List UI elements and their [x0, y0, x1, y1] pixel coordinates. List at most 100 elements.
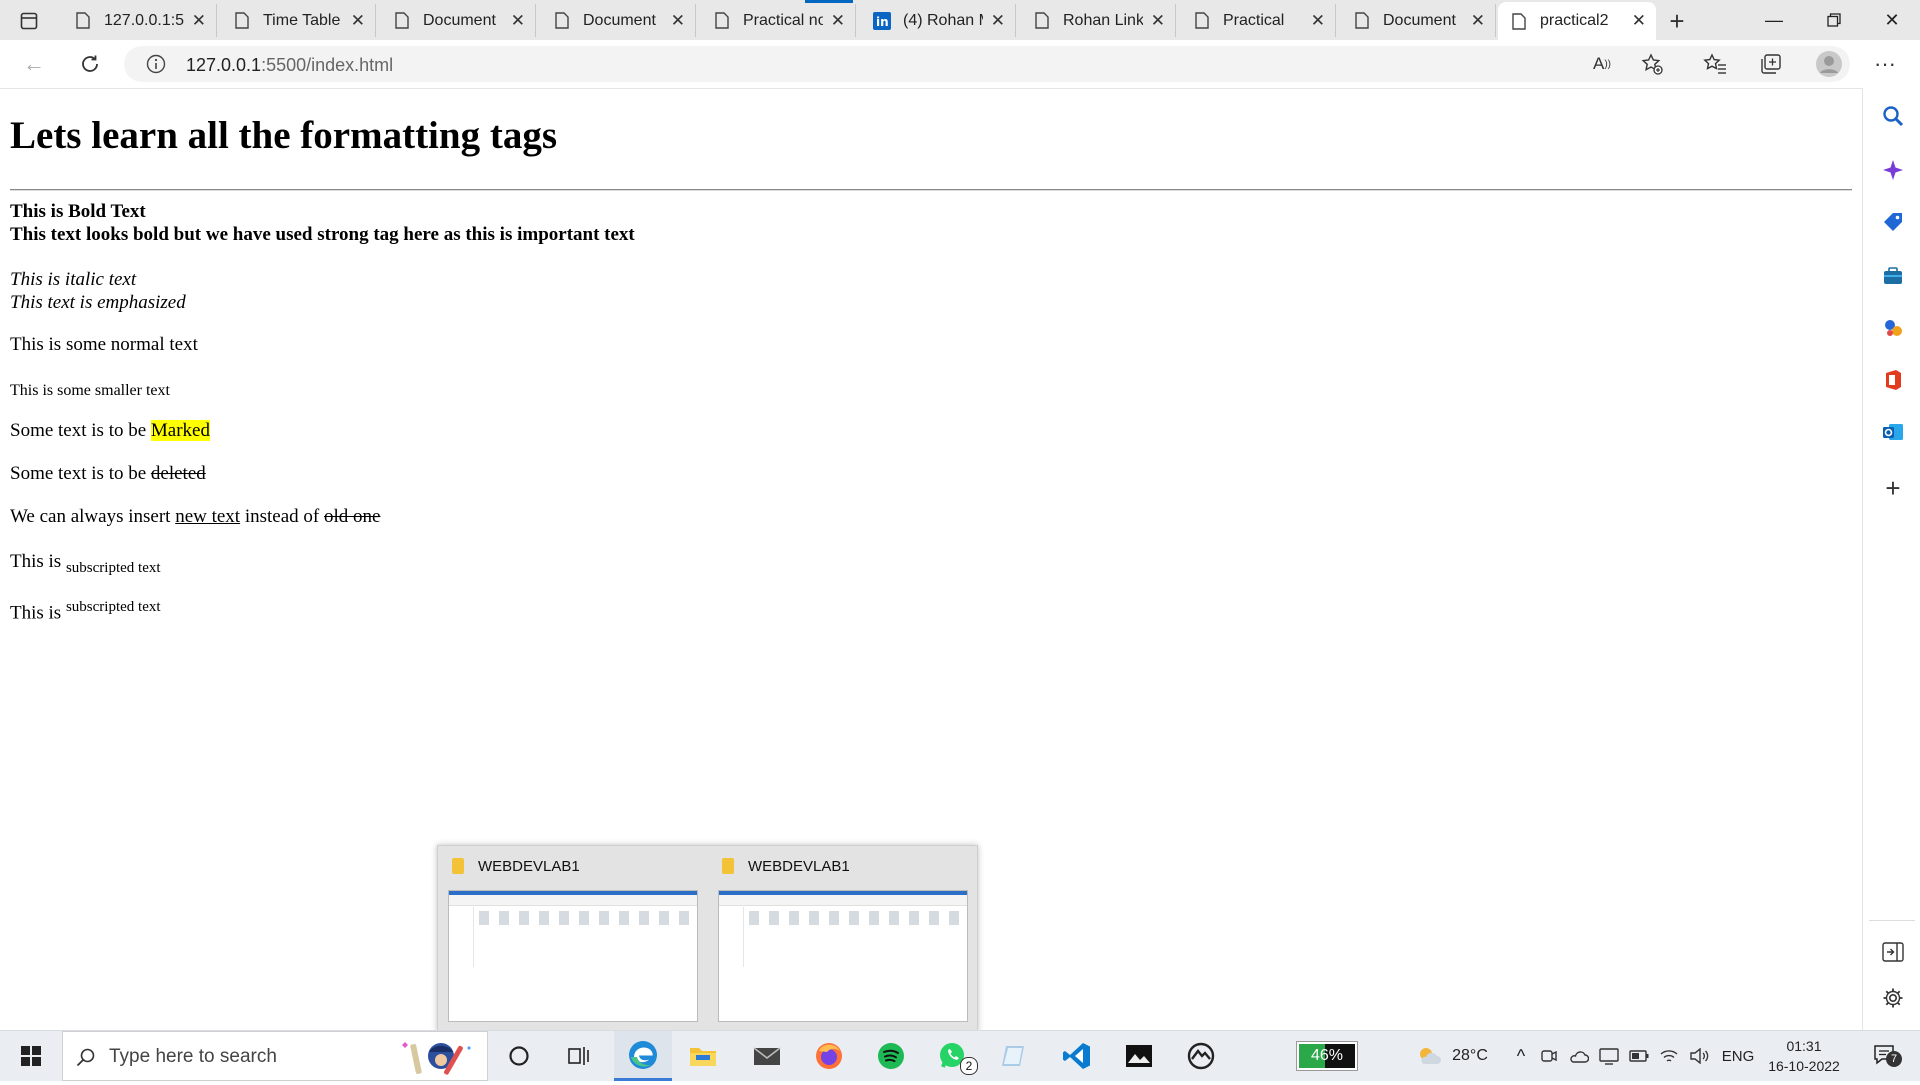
tab-1[interactable]: 127.0.0.1:5500/index.html ✕ — [62, 4, 217, 37]
window-thumbnail-2[interactable]: WEBDEVLAB1 — [708, 846, 976, 1031]
wifi-icon[interactable] — [1656, 1031, 1682, 1081]
battery-indicator[interactable]: 46% — [1296, 1031, 1358, 1081]
window-close-icon[interactable]: ✕ — [1864, 0, 1920, 40]
minimize-icon[interactable]: — — [1746, 0, 1802, 40]
collections-icon[interactable] — [1758, 51, 1784, 77]
close-icon[interactable]: ✕ — [192, 11, 206, 31]
url-text[interactable]: 127.0.0.1:5500/index.html — [186, 55, 393, 76]
add-sidebar-app-icon[interactable]: + — [1881, 473, 1905, 503]
taskbar-notes-app-icon[interactable] — [986, 1031, 1044, 1081]
clock[interactable]: 01:31 16-10-2022 — [1764, 1031, 1844, 1081]
edge-sidebar: + — [1862, 88, 1920, 1030]
add-favorite-icon[interactable] — [1640, 52, 1664, 76]
weather-widget[interactable]: 28°C — [1412, 1031, 1492, 1081]
taskbar-photos-icon[interactable] — [1110, 1031, 1168, 1081]
tab-6[interactable]: in (4) Rohan Mane | LinkedIn ✕ — [861, 4, 1016, 37]
chevron-up-icon[interactable]: ^ — [1510, 1031, 1532, 1081]
close-icon[interactable]: ✕ — [1471, 11, 1485, 31]
deleted-prefix: Some text is to be — [10, 463, 151, 484]
close-icon[interactable]: ✕ — [351, 11, 365, 31]
profile-avatar-icon[interactable] — [1814, 49, 1844, 79]
onedrive-cloud-icon[interactable] — [1566, 1031, 1592, 1081]
tab-title: Practical notes — [743, 11, 823, 29]
games-icon[interactable] — [1881, 316, 1905, 340]
search-placeholder: Type here to search — [109, 1046, 277, 1067]
temperature: 28°C — [1452, 1047, 1488, 1064]
volume-icon[interactable] — [1686, 1031, 1712, 1081]
cortana-icon[interactable] — [490, 1031, 548, 1081]
tab-7[interactable]: Rohan LinkedIn ✕ — [1021, 4, 1176, 37]
close-icon[interactable]: ✕ — [511, 11, 525, 31]
battery-status-icon[interactable] — [1626, 1031, 1652, 1081]
preview-file-icons — [479, 911, 689, 925]
new-tab-icon[interactable]: + — [1662, 6, 1692, 36]
taskbar: Type here to search 2 46% 28°C ^ ENG 01:… — [0, 1030, 1920, 1081]
gear-icon[interactable] — [1881, 986, 1905, 1010]
tab-actions-icon[interactable] — [18, 10, 40, 32]
folder-icon — [452, 858, 464, 874]
url-path: :5500/index.html — [261, 55, 394, 75]
notification-count-badge: 7 — [1886, 1051, 1902, 1067]
page-icon — [713, 12, 731, 30]
window-thumbnail-1[interactable]: WEBDEVLAB1 — [438, 846, 706, 1031]
shopping-tag-icon[interactable] — [1881, 210, 1905, 234]
task-view-icon[interactable] — [550, 1031, 608, 1081]
page-heading: Lets learn all the formatting tags — [10, 114, 557, 157]
taskbar-file-explorer-icon[interactable] — [674, 1031, 732, 1081]
window-preview[interactable] — [718, 890, 968, 1022]
office-icon[interactable] — [1881, 368, 1905, 392]
meet-now-icon[interactable] — [1536, 1031, 1562, 1081]
subscript-line: This is subscripted text — [10, 551, 161, 577]
tab-title: Practical — [1223, 11, 1285, 29]
marked-prefix: Some text is to be — [10, 420, 151, 441]
window-preview[interactable] — [448, 890, 698, 1022]
tools-briefcase-icon[interactable] — [1881, 264, 1905, 288]
tab-2[interactable]: Time Table ✕ — [221, 4, 376, 37]
taskbar-firefox-icon[interactable] — [800, 1031, 858, 1081]
outlook-icon[interactable] — [1881, 420, 1905, 444]
taskbar-search-box[interactable]: Type here to search — [62, 1031, 488, 1081]
hide-sidebar-icon[interactable] — [1881, 940, 1905, 964]
language-indicator[interactable]: ENG — [1718, 1031, 1758, 1081]
taskbar-whatsapp-icon[interactable]: 2 — [924, 1031, 982, 1081]
back-arrow-icon[interactable]: ← — [20, 51, 48, 76]
refresh-icon[interactable] — [76, 50, 104, 78]
info-icon[interactable] — [146, 54, 166, 74]
close-icon[interactable]: ✕ — [991, 11, 1005, 31]
tab-10-active[interactable]: practical2 ✕ — [1498, 2, 1656, 40]
more-options-icon[interactable]: ··· — [1870, 51, 1900, 77]
audio-indicator — [805, 0, 853, 3]
favorites-icon[interactable] — [1702, 51, 1728, 77]
tab-4[interactable]: Document ✕ — [541, 4, 696, 37]
tab-title: Document — [1383, 11, 1456, 29]
windows-start-icon[interactable] — [2, 1031, 60, 1081]
old-text: old one — [324, 506, 381, 527]
taskbar-vscode-icon[interactable] — [1048, 1031, 1106, 1081]
close-icon[interactable]: ✕ — [1151, 11, 1165, 31]
emphasized-text: This text is emphasized — [10, 292, 186, 313]
display-icon[interactable] — [1596, 1031, 1622, 1081]
search-icon[interactable] — [1881, 104, 1905, 128]
page-icon — [233, 12, 251, 30]
inserted-prefix: We can always insert — [10, 506, 176, 527]
read-aloud-icon[interactable]: A)) — [1590, 53, 1614, 75]
taskbar-edge-icon[interactable] — [614, 1031, 672, 1081]
close-icon[interactable]: ✕ — [1311, 11, 1325, 31]
close-icon[interactable]: ✕ — [831, 11, 845, 31]
address-bar[interactable]: 127.0.0.1:5500/index.html A)) — [124, 46, 1850, 82]
taskbar-spotify-icon[interactable] — [862, 1031, 920, 1081]
superscript-line: This is subscripted text — [10, 599, 161, 624]
sparkle-icon[interactable] — [1881, 158, 1905, 182]
preview-nav-pane — [451, 907, 474, 967]
close-icon[interactable]: ✕ — [1632, 11, 1646, 31]
taskbar-mail-icon[interactable] — [738, 1031, 796, 1081]
close-icon[interactable]: ✕ — [671, 11, 685, 31]
restore-icon[interactable] — [1806, 0, 1862, 40]
tab-5[interactable]: Practical notes ✕ — [701, 0, 856, 37]
tab-9[interactable]: Document ✕ — [1341, 4, 1496, 37]
notification-center-icon[interactable]: 7 — [1866, 1031, 1906, 1081]
taskbar-app-icon[interactable] — [1172, 1031, 1230, 1081]
preview-ribbon — [719, 895, 967, 906]
tab-8[interactable]: Practical ✕ — [1181, 4, 1336, 37]
tab-3[interactable]: Document ✕ — [381, 4, 536, 37]
